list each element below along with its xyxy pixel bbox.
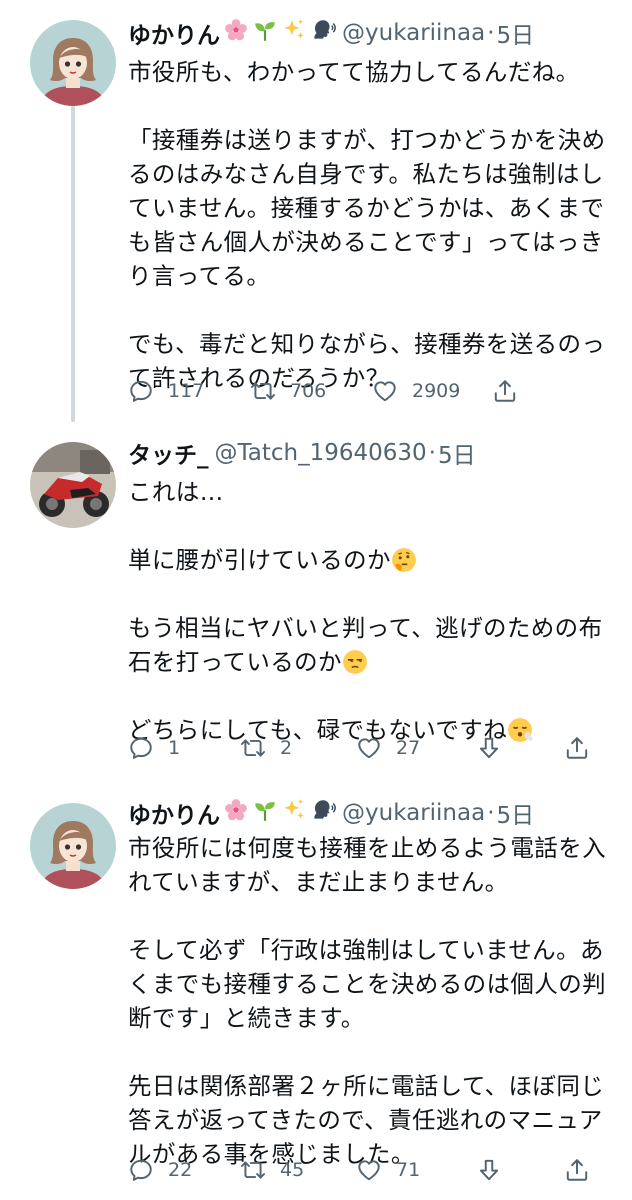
timestamp[interactable]: 5日 — [497, 796, 535, 830]
seedling-icon — [252, 17, 278, 49]
reply-count: 117 — [168, 380, 205, 402]
retweet-count: 706 — [290, 380, 327, 402]
reply-icon — [128, 1157, 154, 1183]
tweet-paragraph: 市役所も、わかってて協力してるんだね。 — [128, 58, 580, 86]
display-name[interactable]: タッチ_ — [128, 436, 209, 470]
downvote-icon — [476, 735, 502, 761]
tweet[interactable]: ゆかりん @yukariinaa · 5日 市役所には何度も接種を止めるよう電話… — [0, 795, 632, 1200]
retweet-icon — [240, 1157, 266, 1183]
heart-icon — [372, 378, 398, 404]
sparkles-icon — [281, 797, 307, 829]
retweet-icon — [250, 378, 276, 404]
tweet-header: タッチ_ @Tatch_19640630 · 5日 — [128, 435, 622, 471]
user-handle[interactable]: @yukariinaa — [342, 20, 485, 46]
retweet-icon — [240, 735, 266, 761]
share-button[interactable] — [564, 1150, 590, 1190]
tweet-actions: 1 2 27 — [128, 728, 608, 768]
seedling-icon — [252, 797, 278, 829]
tweet-paragraph: 市役所には何度も接種を止めるよう電話を入れていますが、まだ止まりません。 — [128, 834, 606, 896]
like-button[interactable]: 2909 — [372, 371, 460, 411]
like-button[interactable]: 71 — [356, 1150, 420, 1190]
reply-icon — [128, 735, 154, 761]
share-button[interactable] — [492, 371, 518, 411]
avatar[interactable] — [30, 442, 116, 528]
retweet-button[interactable]: 2 — [240, 728, 292, 768]
tweet-actions: 22 45 71 — [128, 1150, 608, 1190]
tweet-paragraph: そして必ず「行政は強制はしていません。あくまでも接種することを決めるのは個人の判… — [128, 936, 606, 1032]
tweet-paragraph: 単に腰が引けているのか — [128, 543, 614, 577]
sparkles-icon — [281, 17, 307, 49]
cherry-blossom-icon — [223, 17, 249, 49]
heart-icon — [356, 735, 382, 761]
tweet-text-run: 単に腰が引けているのか — [128, 546, 391, 574]
speaking-head-icon — [310, 797, 336, 829]
tweet-header: ゆかりん @yukariinaa · 5日 — [128, 15, 622, 51]
share-icon — [492, 378, 518, 404]
tweet-paragraph: 「接種券は送りますが、打つかどうかを決めるのはみなさん自身です。私たちは強制はし… — [128, 126, 606, 290]
tweet-header: ゆかりん @yukariinaa · 5日 — [128, 795, 622, 831]
tweet[interactable]: ゆかりん @yukariinaa · 5日 市役所も、わかってて協力してるんだね… — [0, 0, 632, 420]
like-count: 2909 — [412, 380, 461, 402]
avatar[interactable] — [30, 20, 116, 106]
like-count: 27 — [396, 737, 421, 759]
tweet-text: 市役所には何度も接種を止めるよう電話を入れていますが、まだ止まりません。 そして… — [128, 831, 614, 1171]
user-handle[interactable]: @yukariinaa — [342, 800, 485, 826]
downvote-button[interactable] — [476, 1150, 502, 1190]
retweet-count: 45 — [280, 1159, 305, 1181]
tweet-text-run: これは… — [128, 478, 224, 506]
like-count: 71 — [396, 1159, 421, 1181]
thinking-face-icon — [391, 548, 416, 572]
reply-count: 22 — [168, 1159, 193, 1181]
reply-count: 1 — [168, 737, 181, 759]
separator-dot: · — [428, 440, 436, 466]
reply-button[interactable]: 1 — [128, 728, 180, 768]
reply-button[interactable]: 22 — [128, 1150, 192, 1190]
share-icon — [564, 735, 590, 761]
timestamp[interactable]: 5日 — [438, 436, 476, 470]
tweet-actions: 117 706 2909 — [128, 371, 608, 411]
retweet-count: 2 — [280, 737, 293, 759]
retweet-button[interactable]: 706 — [250, 371, 326, 411]
speaking-head-icon — [310, 17, 336, 49]
reply-icon — [128, 378, 154, 404]
tweet-paragraph: これは… — [128, 475, 614, 509]
display-name[interactable]: ゆかりん — [128, 16, 220, 50]
tweet[interactable]: タッチ_ @Tatch_19640630 · 5日 これは… 単に腰が引けている… — [0, 420, 632, 795]
reply-button[interactable]: 117 — [128, 371, 204, 411]
share-button[interactable] — [564, 728, 590, 768]
retweet-button[interactable]: 45 — [240, 1150, 304, 1190]
tweet-text: 市役所も、わかってて協力してるんだね。 「接種券は送りますが、打つかどうかを決め… — [128, 55, 614, 395]
share-icon — [564, 1157, 590, 1183]
avatar[interactable] — [30, 803, 116, 889]
tweet-text: これは… 単に腰が引けているのか もう相当にヤバいと判って、逃げのための布石を打… — [128, 475, 614, 747]
heart-icon — [356, 1157, 382, 1183]
like-button[interactable]: 27 — [356, 728, 420, 768]
separator-dot: · — [487, 20, 495, 46]
downvote-icon — [476, 1157, 502, 1183]
downvote-button[interactable] — [476, 728, 502, 768]
display-name[interactable]: ゆかりん — [128, 796, 220, 830]
cherry-blossom-icon — [223, 797, 249, 829]
unamused-face-icon — [343, 650, 367, 674]
user-handle[interactable]: @Tatch_19640630 — [215, 440, 427, 466]
tweet-paragraph: もう相当にヤバいと判って、逃げのための布石を打っているのか — [128, 611, 614, 679]
timestamp[interactable]: 5日 — [497, 16, 535, 50]
separator-dot: · — [487, 800, 495, 826]
